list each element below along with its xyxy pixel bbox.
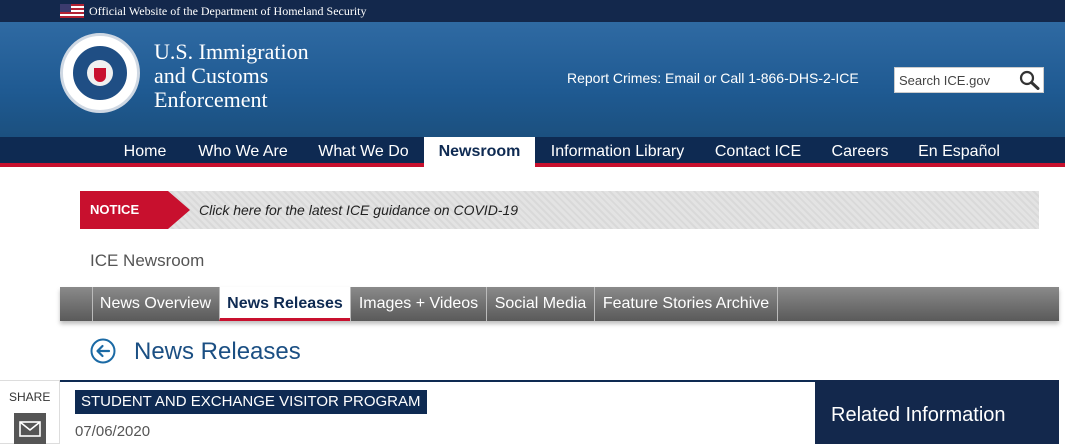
dhs-seal-icon[interactable]	[60, 33, 140, 113]
nav-what-we-do[interactable]: What We Do	[303, 137, 424, 167]
share-panel: SHARE	[0, 380, 60, 444]
search-box	[894, 67, 1044, 93]
notice-link[interactable]: Click here for the latest ICE guidance o…	[199, 191, 518, 229]
page-title: News Releases	[134, 338, 301, 365]
official-banner: Official Website of the Department of Ho…	[0, 0, 1065, 22]
search-icon[interactable]	[1018, 70, 1040, 90]
tab-news-releases[interactable]: News Releases	[219, 287, 350, 321]
related-information-panel: Related Information	[815, 380, 1059, 444]
program-tag[interactable]: STUDENT AND EXCHANGE VISITOR PROGRAM	[75, 390, 427, 414]
newsroom-subnav: News Overview News Releases Images + Vid…	[60, 287, 1059, 321]
agency-name-line-1: U.S. Immigration	[154, 39, 309, 64]
nav-information-library[interactable]: Information Library	[536, 137, 699, 167]
tab-news-overview[interactable]: News Overview	[92, 287, 218, 321]
covid-notice-banner[interactable]: NOTICE Click here for the latest ICE gui…	[80, 191, 1039, 229]
official-banner-text: Official Website of the Department of Ho…	[89, 4, 367, 18]
nav-home[interactable]: Home	[109, 137, 181, 167]
search-input[interactable]	[895, 68, 1017, 92]
release-date: 07/06/2020	[75, 423, 151, 440]
share-label: SHARE	[9, 390, 51, 404]
us-flag-icon	[60, 4, 84, 18]
notice-label: NOTICE	[80, 191, 190, 229]
site-header: U.S. Immigration and Customs Enforcement…	[0, 22, 1065, 137]
agency-name[interactable]: U.S. Immigration and Customs Enforcement	[154, 40, 309, 112]
agency-name-line-3: Enforcement	[154, 87, 268, 112]
nav-careers[interactable]: Careers	[817, 137, 903, 167]
report-crimes-link[interactable]: Report Crimes: Email or Call 1-866-DHS-2…	[567, 70, 859, 86]
tab-social-media[interactable]: Social Media	[486, 287, 594, 321]
circle-arrow-left-icon[interactable]	[90, 338, 116, 364]
agency-name-line-2: and Customs	[154, 63, 269, 88]
nav-who-we-are[interactable]: Who We Are	[183, 137, 303, 167]
tab-feature-stories-archive[interactable]: Feature Stories Archive	[594, 287, 778, 321]
nav-contact-ice[interactable]: Contact ICE	[700, 137, 816, 167]
newsroom-title: ICE Newsroom	[90, 251, 205, 270]
nav-newsroom[interactable]: Newsroom	[424, 137, 535, 167]
mail-icon[interactable]	[14, 413, 46, 444]
main-nav: Home Who We Are What We Do Newsroom Info…	[0, 137, 1065, 167]
nav-en-espanol[interactable]: En Español	[903, 137, 1015, 167]
related-information-title: Related Information	[831, 404, 1006, 426]
tab-images-videos[interactable]: Images + Videos	[350, 287, 486, 321]
